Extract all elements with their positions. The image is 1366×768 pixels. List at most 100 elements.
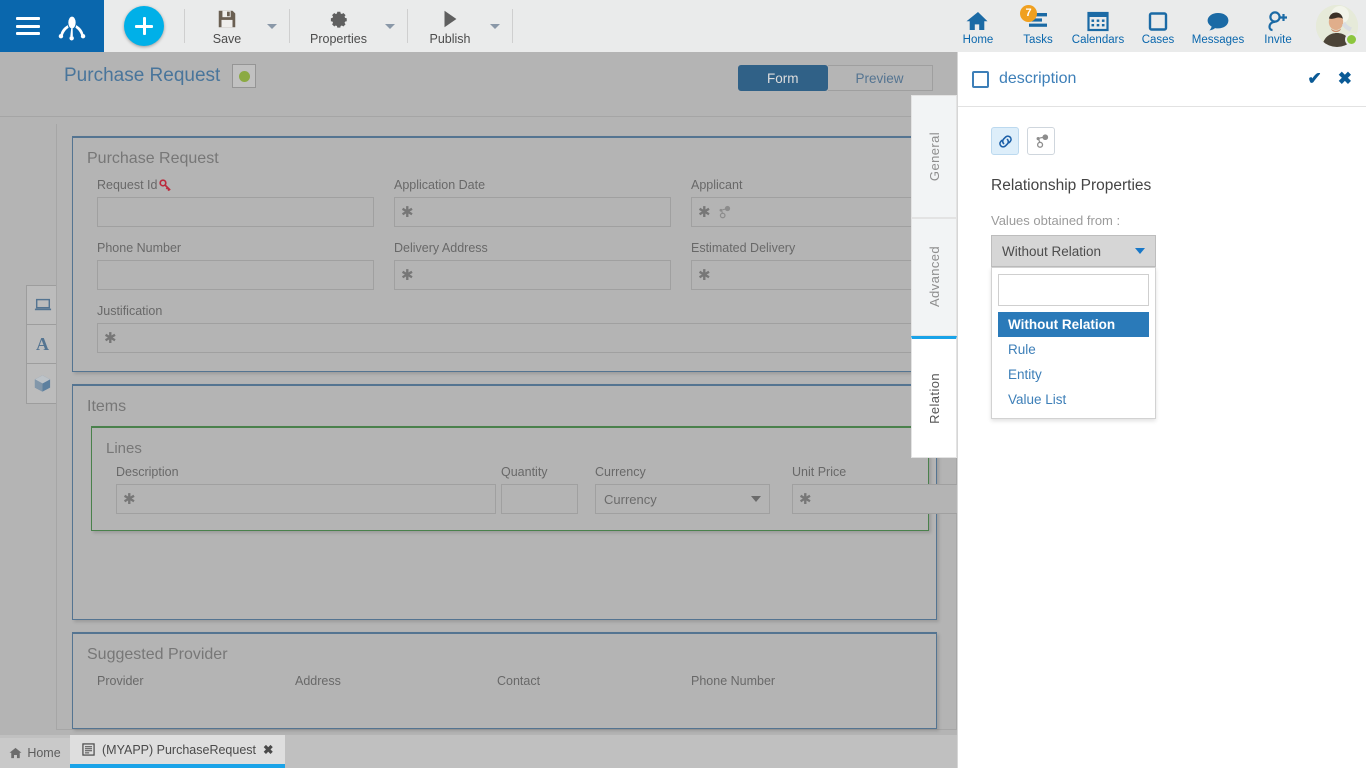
field-applicant[interactable]: Applicant ✱ — [667, 178, 937, 227]
field-input[interactable] — [501, 484, 578, 514]
chevron-down-icon — [1135, 248, 1145, 254]
cube-3d-icon[interactable] — [27, 364, 58, 403]
properties-label: Properties — [310, 32, 367, 46]
required-asterisk-icon: ✱ — [401, 205, 414, 220]
publish-button[interactable]: Publish — [422, 4, 478, 48]
section-purchase-request[interactable]: Purchase Request Request Id — [72, 136, 937, 372]
nav-calendars-label: Calendars — [1072, 34, 1124, 46]
field-delivery-address[interactable]: Delivery Address ✱ — [370, 241, 667, 290]
top-toolbar: Save Properties Publish Home — [0, 0, 1366, 52]
field-unit-price[interactable]: Unit Price ✱ — [770, 465, 970, 514]
nav-messages-label: Messages — [1192, 34, 1244, 46]
field-input[interactable] — [97, 197, 374, 227]
relation-mode-buttons — [991, 127, 1336, 155]
checkmark-icon[interactable]: ✔ — [1308, 69, 1322, 89]
field-row: Description ✱ Quantity Currency — [92, 465, 928, 530]
taskbar-task-purchaserequest[interactable]: (MYAPP) PurchaseRequest ✖ — [70, 735, 285, 768]
dropdown-option-rule[interactable]: Rule — [998, 337, 1149, 362]
close-x-icon[interactable]: ✖ — [263, 742, 273, 757]
relationship-properties-title: Relationship Properties — [991, 177, 1336, 195]
avatar[interactable] — [1316, 5, 1358, 47]
field-label: Delivery Address — [394, 241, 667, 255]
field-label: Application Date — [394, 178, 667, 192]
add-new-button[interactable] — [124, 6, 164, 46]
hamburger-icon[interactable] — [16, 17, 40, 35]
values-obtained-from-label: Values obtained from : — [991, 213, 1336, 228]
properties-dropdown-caret[interactable] — [373, 24, 407, 29]
required-asterisk-icon: ✱ — [799, 492, 812, 507]
values-source-dropdown-button[interactable]: Without Relation — [991, 235, 1156, 267]
publish-dropdown-caret[interactable] — [478, 24, 512, 29]
tab-form[interactable]: Form — [738, 65, 828, 91]
property-panel: description ✔ ✖ Relationsh — [957, 52, 1366, 768]
document-icon — [82, 743, 95, 756]
save-dropdown-caret[interactable] — [255, 24, 289, 29]
close-x-icon[interactable]: ✖ — [1338, 69, 1352, 89]
field-quantity[interactable]: Quantity — [482, 465, 575, 514]
chevron-down-icon — [751, 496, 761, 502]
nav-calendars[interactable]: Calendars — [1068, 6, 1128, 46]
field-input[interactable]: ✱ — [394, 260, 671, 290]
speech-bubble-icon — [1205, 9, 1231, 33]
nav-home[interactable]: Home — [948, 6, 1008, 46]
currency-select[interactable]: Currency — [595, 484, 770, 514]
field-input[interactable] — [97, 260, 374, 290]
nav-tasks[interactable]: 7 Tasks — [1008, 6, 1068, 46]
property-panel-header: description ✔ ✖ — [958, 52, 1366, 107]
field-row: Request Id Application Date ✱ — [73, 178, 936, 241]
save-button[interactable]: Save — [199, 4, 255, 48]
dropdown-search-input[interactable] — [998, 274, 1149, 306]
description-checkbox[interactable] — [972, 71, 989, 88]
required-asterisk-icon: ✱ — [123, 492, 136, 507]
dropdown-option-entity[interactable]: Entity — [998, 362, 1149, 387]
publish-label: Publish — [429, 32, 470, 46]
form-panels: Purchase Request Request Id — [56, 124, 957, 730]
save-label: Save — [213, 32, 242, 46]
side-tab-general[interactable]: General — [911, 95, 957, 218]
required-asterisk-icon: ✱ — [698, 205, 711, 220]
taskbar-home-button[interactable]: Home — [0, 738, 70, 768]
side-tab-relation[interactable]: Relation — [911, 336, 957, 458]
side-tab-label: General — [927, 132, 942, 181]
field-input[interactable]: ✱ — [394, 197, 671, 227]
field-label: Currency — [595, 465, 770, 479]
primary-key-icon — [159, 179, 172, 192]
nav-invite-label: Invite — [1264, 34, 1292, 46]
column-header: Provider — [97, 674, 295, 688]
field-phone-number[interactable]: Phone Number — [73, 241, 370, 290]
side-tab-advanced[interactable]: Advanced — [911, 218, 957, 336]
nav-messages[interactable]: Messages — [1188, 6, 1248, 46]
field-estimated-delivery[interactable]: Estimated Delivery ✱ — [667, 241, 937, 290]
field-input[interactable]: ✱ — [97, 323, 933, 353]
nav-invite[interactable]: Invite — [1248, 6, 1308, 46]
design-canvas: Purchase Request Form Preview A — [0, 52, 957, 735]
subsection-lines[interactable]: Lines Description ✱ Quantity — [91, 426, 929, 531]
link-chain-icon[interactable] — [991, 127, 1019, 155]
publish-tool-group: Publish — [408, 0, 512, 52]
field-currency[interactable]: Currency Currency — [575, 465, 770, 514]
device-laptop-icon[interactable] — [27, 286, 58, 325]
tasks-badge: 7 — [1020, 5, 1037, 22]
person-add-icon — [1265, 9, 1291, 33]
currency-select-value: Currency — [604, 492, 657, 507]
nav-cases-label: Cases — [1142, 34, 1175, 46]
nav-cases[interactable]: Cases — [1128, 6, 1188, 46]
column-header: Phone Number — [691, 674, 891, 688]
field-application-date[interactable]: Application Date ✱ — [370, 178, 667, 227]
frog-logo-icon[interactable] — [55, 9, 89, 43]
field-input[interactable]: ✱ — [116, 484, 496, 514]
dropdown-option-without-relation[interactable]: Without Relation — [998, 312, 1149, 337]
field-description[interactable]: Description ✱ — [92, 465, 482, 514]
section-items[interactable]: Items Lines Description ✱ Quantity — [72, 384, 937, 620]
text-letter-a-icon[interactable]: A — [27, 325, 58, 364]
tab-preview[interactable]: Preview — [828, 65, 933, 91]
field-justification[interactable]: Justification ✱ — [73, 304, 933, 353]
section-suggested-provider[interactable]: Suggested Provider Provider Address Cont… — [72, 632, 937, 729]
dropdown-option-value-list[interactable]: Value List — [998, 387, 1149, 412]
calendar-icon — [1086, 9, 1110, 33]
status-badge[interactable] — [232, 64, 256, 88]
relation-nodes-icon[interactable] — [1027, 127, 1055, 155]
field-label: Phone Number — [97, 241, 370, 255]
field-request-id[interactable]: Request Id — [73, 178, 370, 227]
properties-button[interactable]: Properties — [304, 4, 373, 48]
